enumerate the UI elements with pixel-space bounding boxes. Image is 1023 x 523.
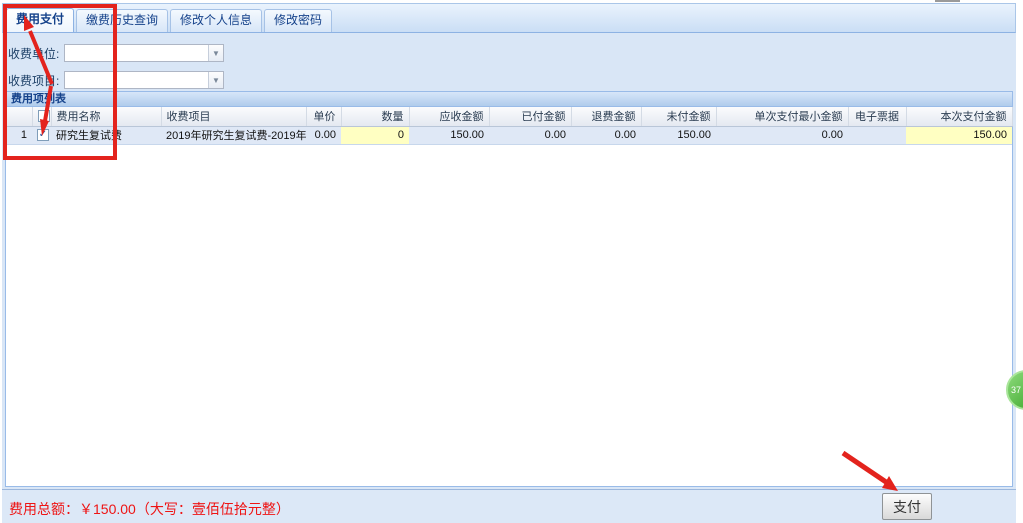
fee-payment-screen: 费用支付 缴费历史查询 修改个人信息 修改密码 收费单位: ▼ 收费项目: ▼ … (0, 0, 1023, 523)
row-checkbox-cell[interactable]: ✓ (32, 126, 51, 144)
header-paid[interactable]: 已付金额 (489, 107, 571, 126)
charging-item-select[interactable]: ▼ (64, 71, 224, 89)
table-row[interactable]: 1 ✓ 研究生复试费 2019年研究生复试费-2019年研究生... 0.00 … (6, 126, 1012, 144)
tab-edit-personal-info[interactable]: 修改个人信息 (170, 9, 262, 32)
charging-unit-row: 收费单位: ▼ (8, 44, 224, 62)
header-charge-item[interactable]: 收费项目 (161, 107, 306, 126)
total-amount-text: 费用总额：￥150.00（大写：壹佰伍拾元整） (9, 499, 290, 519)
grid-title: 费用项列表 (6, 92, 1012, 107)
cell-refund: 0.00 (571, 126, 641, 144)
header-rownum (6, 107, 32, 126)
header-e-invoice[interactable]: 电子票据 (848, 107, 906, 126)
tab-bar: 费用支付 缴费历史查询 修改个人信息 修改密码 (2, 3, 1016, 33)
charging-item-row: 收费项目: ▼ (8, 71, 224, 89)
charging-unit-value (65, 45, 208, 61)
total-bar: 费用总额：￥150.00（大写：壹佰伍拾元整） 支付 (2, 489, 1016, 523)
header-refund[interactable]: 退费金额 (571, 107, 641, 126)
fee-payment-panel: 收费单位: ▼ 收费项目: ▼ 费用项列表 (2, 33, 1016, 489)
chevron-down-icon[interactable]: ▼ (208, 72, 223, 88)
row-checkbox-checked[interactable]: ✓ (37, 129, 49, 141)
charging-item-value (65, 72, 208, 88)
select-all-checkbox[interactable] (38, 110, 50, 122)
cell-paid: 0.00 (489, 126, 571, 144)
header-fee-name[interactable]: 费用名称 (51, 107, 161, 126)
cell-min-payment: 0.00 (716, 126, 848, 144)
charging-unit-label: 收费单位: (8, 45, 64, 62)
charging-unit-select[interactable]: ▼ (64, 44, 224, 62)
cell-receivable: 150.00 (409, 126, 489, 144)
fee-item-grid-panel: 费用项列表 费用名称 收费项目 单价 数量 应收金 (5, 91, 1013, 487)
header-quantity[interactable]: 数量 (341, 107, 409, 126)
header-min-payment[interactable]: 单次支付最小金额 (716, 107, 848, 126)
header-receivable[interactable]: 应收金额 (409, 107, 489, 126)
header-unpaid[interactable]: 未付金额 (641, 107, 716, 126)
cell-unit-price: 0.00 (306, 126, 341, 144)
charging-item-label: 收费项目: (8, 72, 64, 89)
badge-count: 37 (1011, 385, 1021, 395)
row-number: 1 (6, 126, 32, 144)
window-artifact (935, 0, 960, 2)
header-current-payment[interactable]: 本次支付金额 (906, 107, 1012, 126)
pay-button[interactable]: 支付 (882, 493, 932, 520)
cell-quantity[interactable]: 0 (341, 126, 409, 144)
tab-fee-payment[interactable]: 费用支付 (6, 8, 74, 32)
header-unit-price[interactable]: 单价 (306, 107, 341, 126)
cell-fee-name: 研究生复试费 (51, 126, 161, 144)
table-header-row: 费用名称 收费项目 单价 数量 应收金额 已付金额 退费金额 未付金额 单次支付… (6, 107, 1012, 126)
cell-charge-item: 2019年研究生复试费-2019年研究生... (161, 126, 306, 144)
tab-payment-history[interactable]: 缴费历史查询 (76, 9, 168, 32)
header-select-all[interactable] (32, 107, 51, 126)
cell-unpaid: 150.00 (641, 126, 716, 144)
chevron-down-icon[interactable]: ▼ (208, 45, 223, 61)
cell-e-invoice (848, 126, 906, 144)
tab-change-password[interactable]: 修改密码 (264, 9, 332, 32)
cell-current-payment[interactable]: 150.00 (906, 126, 1012, 144)
fee-item-table: 费用名称 收费项目 单价 数量 应收金额 已付金额 退费金额 未付金额 单次支付… (6, 107, 1013, 145)
